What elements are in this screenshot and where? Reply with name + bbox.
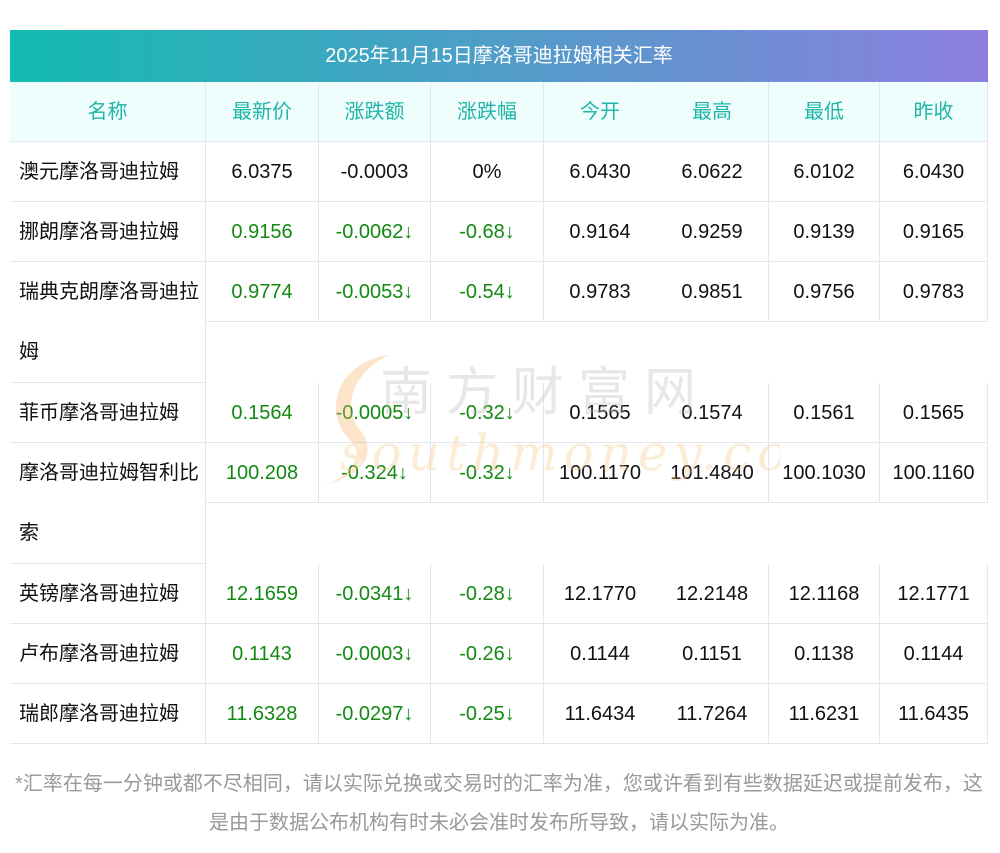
- table-cell: 0.9139: [769, 202, 880, 262]
- table-cell: 0.9164: [544, 202, 656, 262]
- column-header: 名称: [10, 82, 206, 142]
- table-cell: -0.0003↓: [319, 624, 431, 684]
- table-cell: 6.0102: [769, 142, 880, 202]
- column-header: 最高: [656, 82, 769, 142]
- table-cell: -0.324↓: [319, 443, 431, 503]
- table-cell: 0.9165: [880, 202, 988, 262]
- table-cell: -0.0003: [319, 142, 431, 202]
- table-cell: -0.0341↓: [319, 564, 431, 624]
- table-cell: 12.1771: [880, 564, 988, 624]
- table-cell: 0.9783: [880, 262, 988, 322]
- column-header: 最新价: [206, 82, 319, 142]
- currency-pair-name: 瑞郎摩洛哥迪拉姆: [10, 684, 206, 744]
- table-cell: 11.7264: [656, 684, 769, 744]
- table-cell: -0.0062↓: [319, 202, 431, 262]
- column-header: 今开: [544, 82, 656, 142]
- table-cell: 11.6434: [544, 684, 656, 744]
- table-cell: -0.68↓: [431, 202, 544, 262]
- table-cell: 6.0430: [544, 142, 656, 202]
- table-cell: 0.1561: [769, 383, 880, 443]
- table-cell: 0.1144: [880, 624, 988, 684]
- column-header: 涨跌幅: [431, 82, 544, 142]
- disclaimer-note: *汇率在每一分钟或都不尽相同，请以实际兑换或交易时的汇率为准，您或许看到有些数据…: [15, 773, 983, 834]
- table-cell: 0.9783: [544, 262, 656, 322]
- table-cell: 11.6328: [206, 684, 319, 744]
- table-cell: 100.1160: [880, 443, 988, 503]
- table-row: 菲币摩洛哥迪拉姆 0.1564 -0.0005↓ -0.32↓ 0.1565 0.1574…: [10, 383, 988, 443]
- table-cell: -0.54↓: [431, 262, 544, 322]
- table-cell: 0.1574: [656, 383, 769, 443]
- currency-pair-name: 挪朗摩洛哥迪拉姆: [10, 202, 206, 262]
- table-cell: 0.1144: [544, 624, 656, 684]
- table-header-row: 名称 最新价 涨跌额 涨跌幅 今开 最高 最低 昨收: [10, 82, 988, 142]
- table-row: 瑞郎摩洛哥迪拉姆 11.6328 -0.0297↓ -0.25↓ 11.6434 11.7…: [10, 684, 988, 744]
- table-title: 2025年11月15日摩洛哥迪拉姆相关汇率: [10, 30, 988, 82]
- table-cell: -0.32↓: [431, 383, 544, 443]
- table-cell: 0.1565: [544, 383, 656, 443]
- table-cell: 12.2148: [656, 564, 769, 624]
- column-header: 涨跌额: [319, 82, 431, 142]
- table-row: 挪朗摩洛哥迪拉姆 0.9156 -0.0062↓ -0.68↓ 0.9164 0.9259…: [10, 202, 988, 262]
- table-cell: 6.0430: [880, 142, 988, 202]
- table-cell: -0.32↓: [431, 443, 544, 503]
- currency-pair-name: 卢布摩洛哥迪拉姆: [10, 624, 206, 684]
- table-cell: 0.1564: [206, 383, 319, 443]
- table-cell: 0%: [431, 142, 544, 202]
- table-cell: -0.0005↓: [319, 383, 431, 443]
- currency-pair-name: 菲币摩洛哥迪拉姆: [10, 383, 206, 443]
- table-cell: 6.0375: [206, 142, 319, 202]
- table-row: 英镑摩洛哥迪拉姆 12.1659 -0.0341↓ -0.28↓ 12.1770 12.2…: [10, 564, 988, 624]
- table-cell: -0.0053↓: [319, 262, 431, 322]
- table-cell: 0.1138: [769, 624, 880, 684]
- currency-pair-name: 瑞典克朗摩洛哥迪拉姆: [10, 262, 206, 383]
- table-cell: 0.9756: [769, 262, 880, 322]
- table-cell: 0.1565: [880, 383, 988, 443]
- table-cell: 101.4840: [656, 443, 769, 503]
- table-cell: 11.6231: [769, 684, 880, 744]
- currency-pair-name: 摩洛哥迪拉姆智利比索: [10, 443, 206, 564]
- table-cell: 0.9156: [206, 202, 319, 262]
- table-cell: 12.1168: [769, 564, 880, 624]
- table-cell: 100.1170: [544, 443, 656, 503]
- table-cell: 11.6435: [880, 684, 988, 744]
- table-cell: 6.0622: [656, 142, 769, 202]
- table-cell: -0.28↓: [431, 564, 544, 624]
- table-cell: 0.9851: [656, 262, 769, 322]
- table-cell: 100.208: [206, 443, 319, 503]
- table-cell: 12.1770: [544, 564, 656, 624]
- table-cell: -0.0297↓: [319, 684, 431, 744]
- table-cell: -0.26↓: [431, 624, 544, 684]
- table-row: 摩洛哥迪拉姆智利比索 100.208 -0.324↓ -0.32↓ 100.1170 10…: [10, 443, 988, 564]
- table-row: 澳元摩洛哥迪拉姆 6.0375 -0.0003 0% 6.0430 6.0622 6.010…: [10, 142, 988, 202]
- currency-pair-name: 澳元摩洛哥迪拉姆: [10, 142, 206, 202]
- exchange-rate-table: 名称 最新价 涨跌额 涨跌幅 今开 最高 最低 昨收 澳元摩洛哥迪拉姆 6.0375 -0.000…: [10, 82, 988, 744]
- table-cell: 12.1659: [206, 564, 319, 624]
- table-cell: 0.1143: [206, 624, 319, 684]
- table-row: 卢布摩洛哥迪拉姆 0.1143 -0.0003↓ -0.26↓ 0.1144 0.1151…: [10, 624, 988, 684]
- table-row: 瑞典克朗摩洛哥迪拉姆 0.9774 -0.0053↓ -0.54↓ 0.9783 0.98…: [10, 262, 988, 383]
- table-cell: 0.9259: [656, 202, 769, 262]
- table-cell: 100.1030: [769, 443, 880, 503]
- currency-pair-name: 英镑摩洛哥迪拉姆: [10, 564, 206, 624]
- table-cell: -0.25↓: [431, 684, 544, 744]
- column-header: 昨收: [880, 82, 988, 142]
- table-cell: 0.9774: [206, 262, 319, 322]
- table-cell: 0.1151: [656, 624, 769, 684]
- column-header: 最低: [769, 82, 880, 142]
